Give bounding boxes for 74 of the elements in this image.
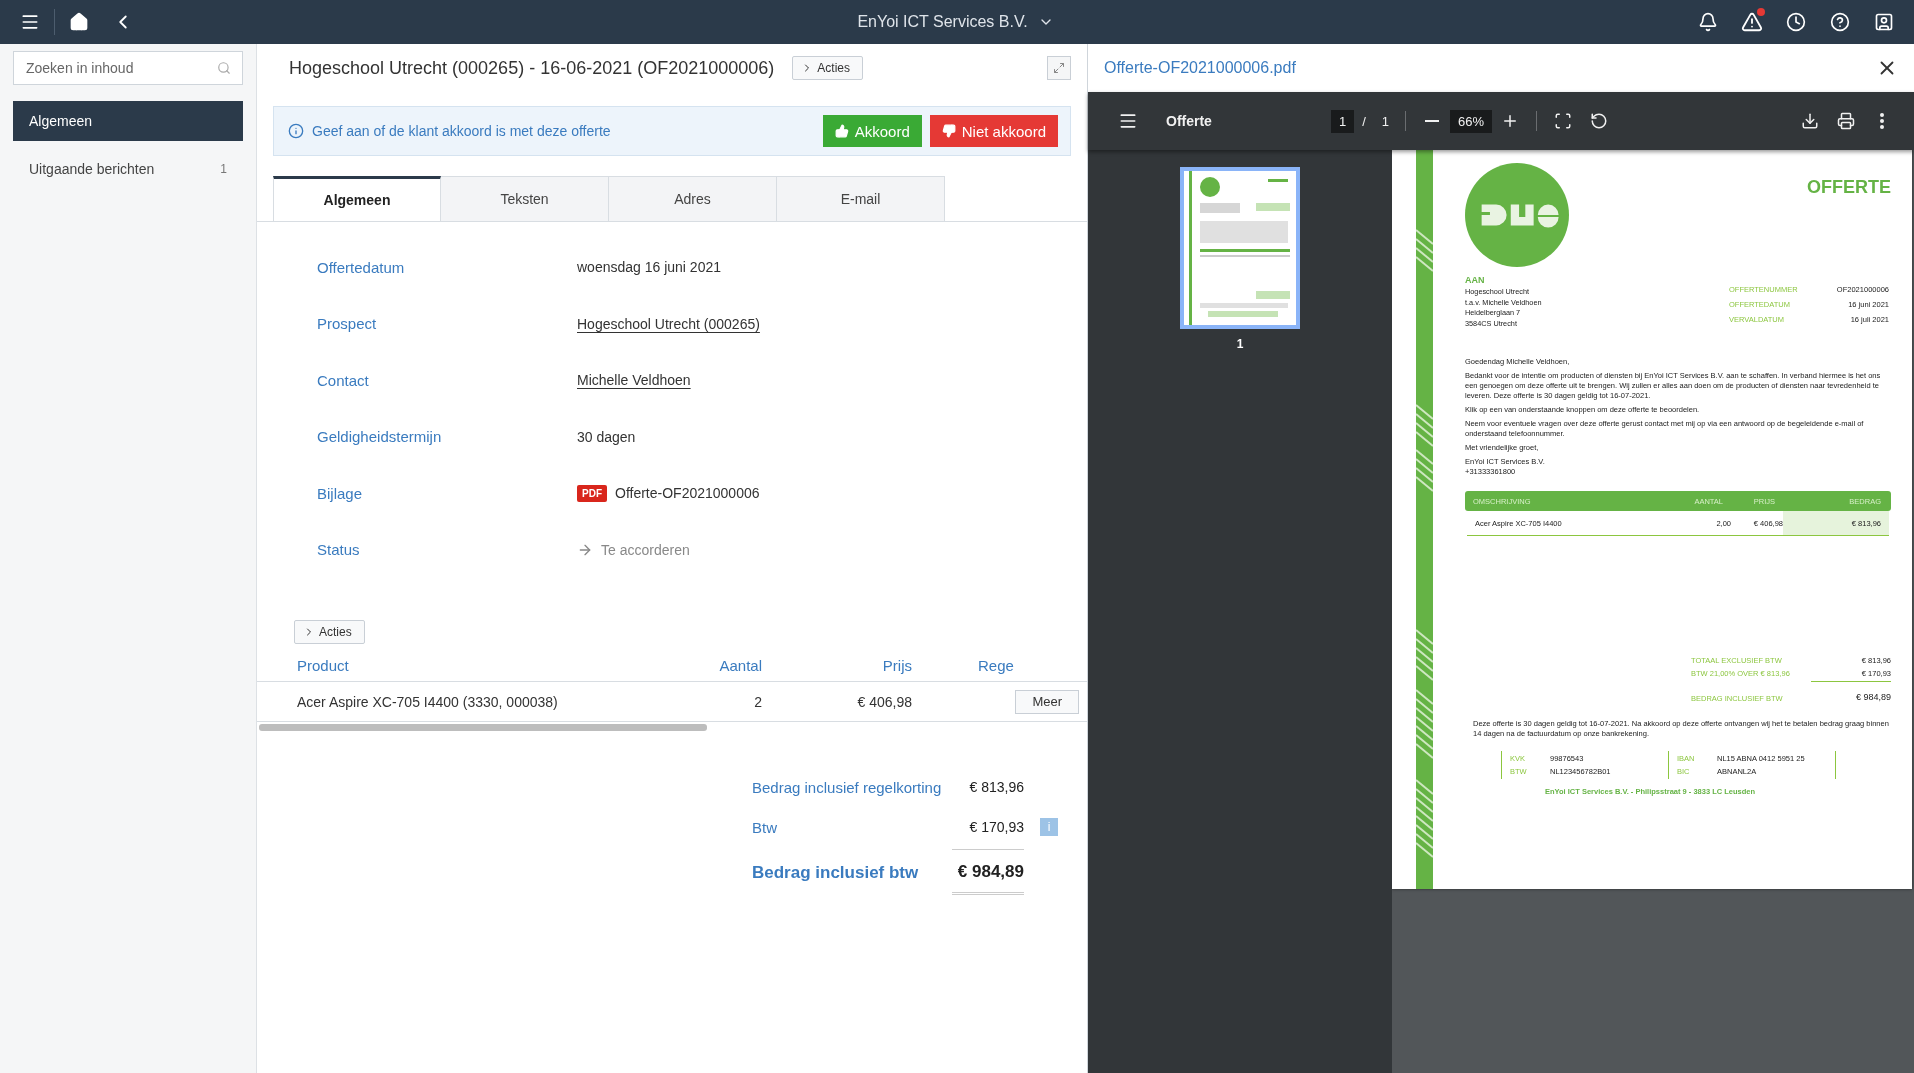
banner-text: Geef aan of de klant akkoord is met deze offerte [312,123,612,139]
field-label: Status [317,541,361,559]
recipient-label: AAN [1465,275,1486,285]
thumbnail-label: 1 [1236,337,1244,351]
sidebar-item-label: Uitgaande berichten [29,161,155,177]
grand-total-value: € 984,89 [1854,692,1891,703]
pdf-badge: PDF [577,484,607,502]
total-label: Btw [752,818,778,836]
field-label: Prospect [317,315,378,333]
menu-icon [20,12,40,32]
rotate-icon [1590,112,1609,130]
field-label: Geldigheidstermijn [317,428,443,446]
expand-icon [1053,62,1065,74]
sidebar-item[interactable]: Algemeen [13,101,243,141]
more-icon [1880,113,1884,129]
zoom-field[interactable]: 66% [1450,109,1493,133]
print-icon [1837,112,1855,130]
bell-icon [1698,12,1718,32]
field-link[interactable]: Hogeschool Utrecht (000265) [577,315,760,332]
page-number-field[interactable]: 1 [1331,109,1355,133]
column-header: Aantal [718,657,762,674]
record-title: Hogeschool Utrecht (000265) - 16-06-2021 (OF2021000006) [289,57,775,79]
minus-icon [1425,120,1440,122]
file-link[interactable]: Offerte-OF2021000006.pdf [1104,59,1296,77]
column-header: Product [297,657,350,674]
total-value: € 170,93 [952,818,1024,850]
table-cell-text: Acer Aspire XC-705 I4400 (3330, 000038) [297,693,559,710]
more-button[interactable]: Meer [1015,689,1079,714]
warning-icon [1741,11,1763,33]
fit-page-icon [1554,112,1573,130]
page-count: 1 [1381,113,1390,129]
tab[interactable]: E-mail [777,176,945,222]
field-value: 30 dagen [577,428,636,445]
field-link[interactable]: Michelle Veldhoen [577,372,691,389]
actions-button[interactable]: Acties [792,56,863,80]
menu-icon [1118,111,1138,131]
total-value: € 813,96 [968,779,1024,795]
field-value: woensdag 16 juni 2021 [577,259,721,276]
company-selector[interactable]: EnYoi ICT Services B.V. [851,9,1060,35]
page-separator: / [1362,113,1366,129]
tab[interactable]: Teksten [441,176,609,222]
thumbs-down-icon [941,124,956,138]
table-cell-text: 2 [753,693,762,710]
total-label: Bedrag inclusief regelkorting [752,778,943,796]
reject-button[interactable]: Niet akkoord [929,115,1058,147]
document-title: Offerte [1166,113,1213,129]
download-icon [1801,112,1819,130]
field-label: Contact [317,371,370,389]
field-label: Bijlage [317,484,364,502]
total-value: € 984,89 [952,861,1024,895]
document-heading: OFFERTE [1807,177,1891,198]
status-value: Te accorderen [577,541,690,558]
attachment-link[interactable]: PDF Offerte-OF2021000006 [577,484,760,502]
clock-icon [1786,12,1806,32]
user-icon [1874,12,1894,32]
total-label: Bedrag inclusief btw [752,863,920,883]
column-header: Rege [977,657,1015,674]
sidebar-item-label: Algemeen [29,113,93,129]
table-cell-text: € 406,98 [856,693,912,710]
help-icon [1830,12,1850,32]
tab[interactable]: Adres [609,176,777,222]
actions-button[interactable]: Acties [294,620,365,644]
sidebar-item[interactable]: Uitgaande berichten 1 [13,149,243,189]
home-icon [69,12,89,32]
scrollbar-thumb[interactable] [259,724,707,731]
expand-button[interactable] [1047,56,1071,80]
item-count: 1 [220,162,227,176]
info-icon [288,123,304,139]
search-icon [217,61,231,75]
field-label: Offertedatum [317,258,406,276]
tab[interactable]: Algemeen [273,176,441,222]
search-field[interactable]: Zoeken in inhoud [13,51,243,85]
column-header: Prijs [881,657,912,674]
thumbs-up-icon [834,124,849,138]
